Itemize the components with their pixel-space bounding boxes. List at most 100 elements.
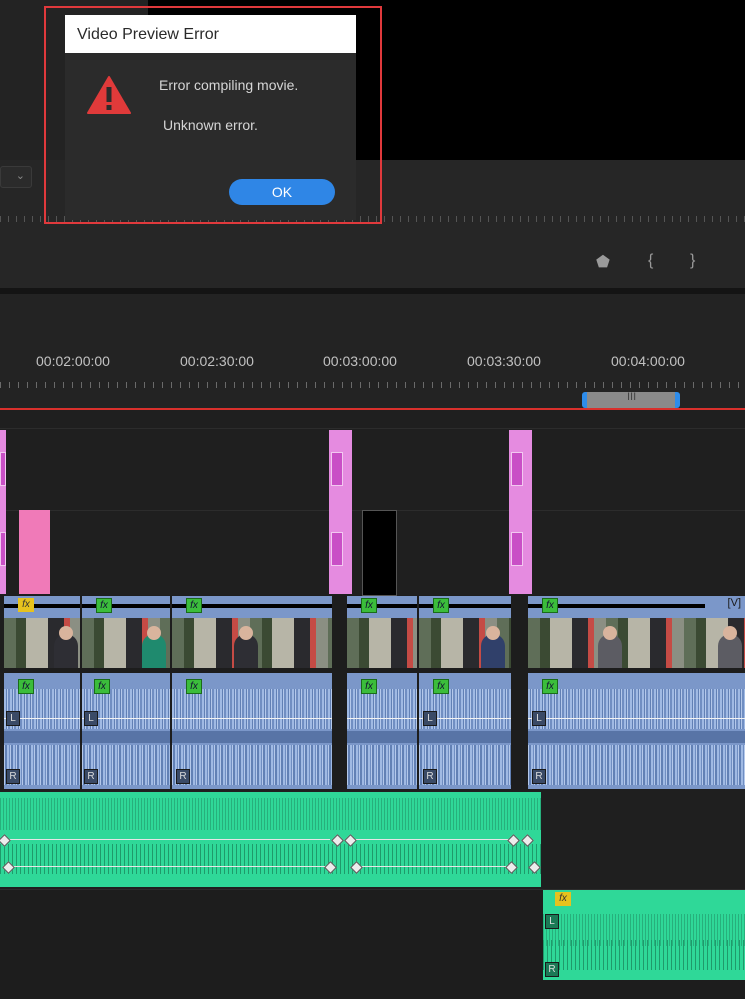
fx-badge[interactable]: fx [542, 598, 558, 613]
video-clip[interactable]: fx [419, 596, 513, 668]
channel-right-label: R [176, 769, 190, 784]
mark-in-icon[interactable]: { [648, 252, 653, 270]
track-divider [0, 428, 745, 429]
channel-gap [172, 731, 332, 743]
video-clip[interactable]: fx [V] [528, 596, 745, 668]
thumbnail-face [723, 626, 737, 640]
video-clip[interactable]: fx [347, 596, 419, 668]
transition-marker[interactable] [331, 532, 343, 566]
title-clip[interactable] [19, 510, 50, 594]
clip-thumbnails [347, 618, 417, 668]
dialog-titlebar[interactable]: Video Preview Error [65, 15, 356, 53]
audio-clip[interactable]: fx L R [4, 673, 82, 789]
transition-marker[interactable] [511, 452, 523, 486]
transition-marker[interactable] [331, 452, 343, 486]
fx-badge[interactable]: fx [96, 598, 112, 613]
audio-clip[interactable]: fx L R [419, 673, 513, 789]
thumbnail-face [239, 626, 253, 640]
timecode-label: 00:02:00:00 [36, 353, 110, 369]
waveform-right [172, 745, 332, 785]
zoom-dropdown[interactable]: ⌄ [0, 166, 32, 188]
channel-left-label: L [545, 914, 559, 929]
clip-thumbnails [82, 618, 170, 668]
fx-badge[interactable]: fx [542, 679, 558, 694]
clip-title: [V] [727, 597, 741, 609]
video-preview-error-dialog: Video Preview Error Error compiling movi… [65, 15, 356, 220]
clip-title-bar [4, 604, 80, 608]
waveform-left [0, 798, 541, 830]
audio-clip[interactable]: fx R [172, 673, 334, 789]
volume-line[interactable] [528, 718, 745, 719]
waveform-left [528, 689, 745, 729]
warning-icon [87, 76, 131, 114]
chevron-down-icon: ⌄ [15, 170, 25, 182]
transition-marker[interactable] [0, 532, 6, 566]
volume-keyframe-line[interactable] [350, 839, 512, 840]
video-clip[interactable]: fx [82, 596, 172, 668]
channel-gap [528, 731, 745, 743]
transition-marker[interactable] [0, 452, 6, 486]
dialog-message-detail: Unknown error. [163, 117, 258, 133]
thumbnail-face [603, 626, 617, 640]
fx-badge[interactable]: fx [18, 598, 34, 612]
channel-gap [4, 731, 80, 743]
channel-left-label: L [6, 711, 20, 726]
timecode-label: 00:02:30:00 [180, 353, 254, 369]
timeline-ruler[interactable] [0, 376, 745, 390]
volume-line[interactable] [172, 718, 332, 719]
audio-clip[interactable]: fx [347, 673, 419, 789]
waveform-right [528, 745, 745, 785]
waveform-right [0, 844, 541, 874]
fx-badge[interactable]: fx [361, 598, 377, 613]
volume-keyframe-line[interactable] [4, 866, 330, 867]
audio-clip[interactable]: fx L R [82, 673, 172, 789]
volume-line[interactable] [347, 718, 417, 719]
music-clip[interactable] [0, 792, 541, 887]
volume-keyframe-line[interactable] [356, 866, 510, 867]
dialog-message: Error compiling movie. [159, 77, 299, 93]
fx-badge[interactable]: fx [555, 892, 571, 906]
timecode-label: 00:03:00:00 [323, 353, 397, 369]
volume-keyframe-line[interactable] [4, 839, 330, 840]
fx-badge[interactable]: fx [433, 679, 449, 694]
marker-icon[interactable]: ⬟ [596, 252, 610, 272]
mark-out-icon[interactable]: } [690, 252, 695, 270]
music-clip[interactable]: fx L R [543, 890, 745, 980]
fx-badge[interactable]: fx [18, 679, 34, 694]
waveform-left [347, 689, 417, 729]
video-clip[interactable]: fx [4, 596, 82, 668]
channel-right-label: R [84, 769, 98, 784]
video-track-3 [0, 410, 745, 510]
transition-marker[interactable] [511, 532, 523, 566]
clip-thumbnails [172, 618, 332, 668]
timecode-label: 00:03:30:00 [467, 353, 541, 369]
waveform-right [543, 940, 745, 970]
video-clip[interactable]: fx [172, 596, 334, 668]
black-video-clip[interactable] [362, 510, 397, 596]
fx-badge[interactable]: fx [186, 598, 202, 613]
dialog-title: Video Preview Error [77, 26, 219, 43]
timeline-zoom-scrollbar[interactable]: III [582, 391, 680, 408]
channel-right-label: R [545, 962, 559, 977]
fx-badge[interactable]: fx [433, 598, 449, 613]
channel-gap [347, 731, 417, 743]
waveform-right [347, 745, 417, 785]
audio-clip[interactable]: fx L R [528, 673, 745, 789]
thumbnail-face [59, 626, 73, 640]
channel-left-label: L [423, 711, 437, 726]
channel-gap [82, 731, 170, 743]
channel-right-label: R [423, 769, 437, 784]
timecode-label: 00:04:00:00 [611, 353, 685, 369]
thumbnail-face [486, 626, 500, 640]
scroll-grip-icon: III [627, 391, 637, 403]
fx-badge[interactable]: fx [361, 679, 377, 694]
fx-badge[interactable]: fx [186, 679, 202, 694]
channel-left-label: L [84, 711, 98, 726]
channel-right-label: R [532, 769, 546, 784]
clip-thumbnails [419, 618, 511, 668]
fx-badge[interactable]: fx [94, 679, 110, 694]
clip-title-bar [347, 604, 417, 608]
clip-thumbnails [528, 618, 745, 668]
channel-right-label: R [6, 769, 20, 784]
ok-button[interactable]: OK [229, 179, 335, 205]
